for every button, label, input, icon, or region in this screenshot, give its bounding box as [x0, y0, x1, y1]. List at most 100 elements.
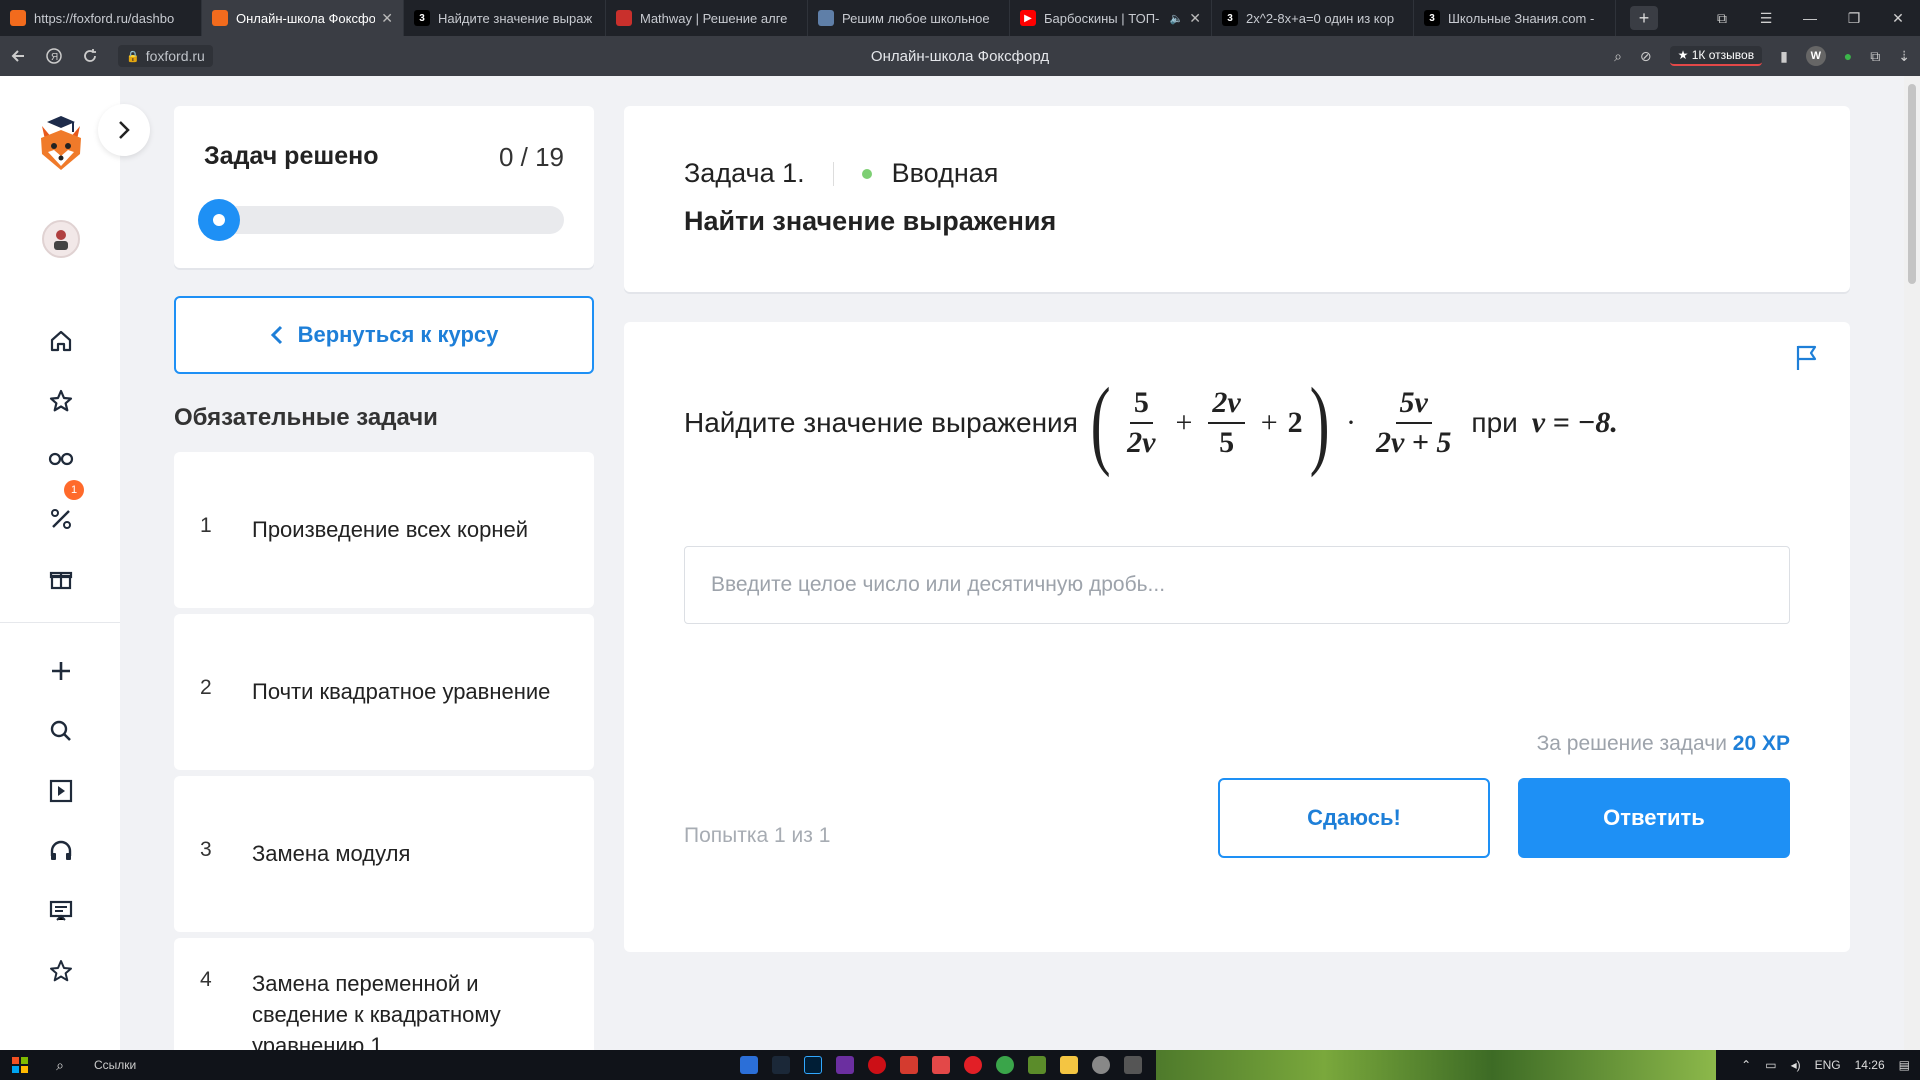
browser-tab-bar: https://foxford.ru/dashbo Онлайн-школа Фо…: [0, 0, 1920, 36]
tab-title: 2x^2-8x+a=0 один из кор: [1246, 10, 1395, 26]
download-icon[interactable]: ⇣: [1898, 48, 1910, 65]
gift-icon[interactable]: [46, 564, 76, 594]
task-item[interactable]: 2 Почти квадратное уравнение: [174, 614, 594, 770]
steam-icon[interactable]: [772, 1056, 790, 1074]
progress-title: Задач решено: [204, 142, 379, 170]
mathway-favicon: [616, 10, 632, 26]
url-text: foxford.ru: [145, 48, 205, 64]
foxford-logo-icon[interactable]: [36, 116, 86, 172]
taskbar-links[interactable]: Ссылки: [94, 1058, 136, 1072]
condition-word: при: [1471, 407, 1518, 438]
browser-tab[interactable]: 3 Школьные Знания.com -: [1414, 0, 1616, 36]
volume-icon[interactable]: ◂): [1791, 1058, 1801, 1072]
reload-icon[interactable]: [72, 38, 108, 74]
app-icon[interactable]: [932, 1056, 950, 1074]
reviews-badge[interactable]: ★ 1К отзывов: [1669, 46, 1763, 66]
tab-title: Mathway | Решение алге: [640, 10, 788, 26]
give-up-button[interactable]: Сдаюсь!: [1218, 778, 1490, 858]
submit-answer-button[interactable]: Ответить: [1518, 778, 1790, 858]
new-tab-button[interactable]: +: [1630, 6, 1658, 30]
browser-tab[interactable]: 3 2x^2-8x+a=0 один из кор: [1212, 0, 1414, 36]
numerator: 5v: [1395, 386, 1432, 424]
photoshop-icon[interactable]: [804, 1056, 822, 1074]
app-icon[interactable]: [740, 1056, 758, 1074]
presentation-icon[interactable]: [46, 896, 76, 926]
back-arrow-icon[interactable]: [0, 38, 36, 74]
difficulty-label: Вводная: [891, 158, 999, 188]
app-icon[interactable]: [996, 1056, 1014, 1074]
browser-tab[interactable]: Онлайн-школа Фоксфо ✕: [202, 0, 404, 36]
minimize-button[interactable]: —: [1788, 10, 1832, 26]
battery-icon[interactable]: ▭: [1765, 1058, 1776, 1072]
back-to-course-button[interactable]: Вернуться к курсу: [174, 296, 594, 374]
notifications-icon[interactable]: ▤: [1899, 1058, 1910, 1072]
address-bar: Я 🔒 foxford.ru Онлайн-школа Фоксфорд ⌕ ⊘…: [0, 36, 1920, 76]
shield-icon[interactable]: ●: [1844, 48, 1852, 64]
app-icon[interactable]: [900, 1056, 918, 1074]
numerator: 5: [1129, 386, 1153, 424]
restore-button[interactable]: ❐: [1832, 10, 1876, 27]
profile-avatar[interactable]: W: [1805, 46, 1826, 66]
extension-icon[interactable]: ⊘: [1640, 48, 1652, 65]
expand-chevron-icon[interactable]: [98, 104, 150, 156]
search-icon[interactable]: [46, 716, 76, 746]
task-item[interactable]: 3 Замена модуля: [174, 776, 594, 932]
difficulty-dot: [861, 168, 872, 179]
tab-close-icon[interactable]: ✕: [381, 10, 393, 27]
browser-tab[interactable]: ▶ Барбоскины | ТОП- 🔈 ✕: [1010, 0, 1212, 36]
user-avatar[interactable]: [42, 220, 80, 258]
browser-tab[interactable]: Решим любое школьное: [808, 0, 1010, 36]
yandex-icon[interactable]: Я: [36, 38, 72, 74]
denominator: 2v: [1127, 426, 1156, 459]
home-icon[interactable]: [46, 326, 76, 356]
left-rail: 1: [0, 76, 150, 1050]
plus-icon[interactable]: [46, 656, 76, 686]
bookmark-icon[interactable]: ▮: [1780, 48, 1788, 65]
app-icon[interactable]: [1124, 1056, 1142, 1074]
glasses-icon[interactable]: [46, 444, 76, 474]
star-icon[interactable]: [46, 386, 76, 416]
page-scrollbar[interactable]: [1904, 76, 1920, 1050]
tab-title: Барбоскины | ТОП-: [1044, 10, 1160, 26]
task-number: 4: [200, 968, 212, 991]
file-explorer-icon[interactable]: [1060, 1056, 1078, 1074]
report-flag-icon[interactable]: [1792, 342, 1822, 372]
browser-tab[interactable]: 3 Найдите значение выраж: [404, 0, 606, 36]
rail-divider: [0, 622, 120, 623]
task-item[interactable]: 4 Замена переменной и сведение к квадрат…: [174, 938, 594, 1050]
close-window-button[interactable]: ✕: [1876, 10, 1920, 27]
star-outline-icon[interactable]: [46, 956, 76, 986]
taskbar-search-icon[interactable]: ⌕: [40, 1057, 80, 1074]
collections-icon[interactable]: ⧉: [1870, 48, 1880, 65]
constant: 2: [1287, 406, 1303, 439]
task-label: Задача 1.: [684, 158, 805, 188]
task-item[interactable]: 1 Произведение всех корней: [174, 452, 594, 608]
reward-text: За решение задачи 20 XP: [1537, 732, 1790, 756]
minecraft-icon[interactable]: [1028, 1056, 1046, 1074]
opera-icon[interactable]: [868, 1056, 886, 1074]
play-icon[interactable]: [46, 776, 76, 806]
yandex-browser-icon[interactable]: [964, 1056, 982, 1074]
tabs-menu-icon[interactable]: ⧉: [1700, 10, 1744, 27]
foxford-favicon: [212, 10, 228, 26]
tab-audio-icon[interactable]: 🔈: [1170, 12, 1184, 25]
zoom-icon[interactable]: ⌕: [1614, 48, 1622, 65]
browser-tab[interactable]: Mathway | Решение алге: [606, 0, 808, 36]
url-field[interactable]: 🔒 foxford.ru: [118, 45, 213, 67]
headphones-icon[interactable]: [46, 836, 76, 866]
menu-icon[interactable]: ☰: [1744, 10, 1788, 27]
fraction: 5v 2v + 5: [1372, 386, 1455, 460]
windows-start-icon[interactable]: [0, 1050, 40, 1080]
percent-icon[interactable]: [46, 504, 76, 534]
app-icon[interactable]: [836, 1056, 854, 1074]
task-number: 3: [200, 838, 212, 861]
language-indicator[interactable]: ENG: [1815, 1058, 1841, 1072]
scrollbar-thumb[interactable]: [1908, 84, 1916, 284]
answer-input[interactable]: [684, 546, 1790, 624]
app-icon[interactable]: [1092, 1056, 1110, 1074]
browser-tab[interactable]: https://foxford.ru/dashbo: [0, 0, 202, 36]
task-number: 2: [200, 676, 212, 699]
tab-close-icon[interactable]: ✕: [1189, 10, 1201, 27]
clock[interactable]: 14:26: [1855, 1058, 1885, 1072]
tray-expand-icon[interactable]: ⌃: [1741, 1058, 1751, 1072]
